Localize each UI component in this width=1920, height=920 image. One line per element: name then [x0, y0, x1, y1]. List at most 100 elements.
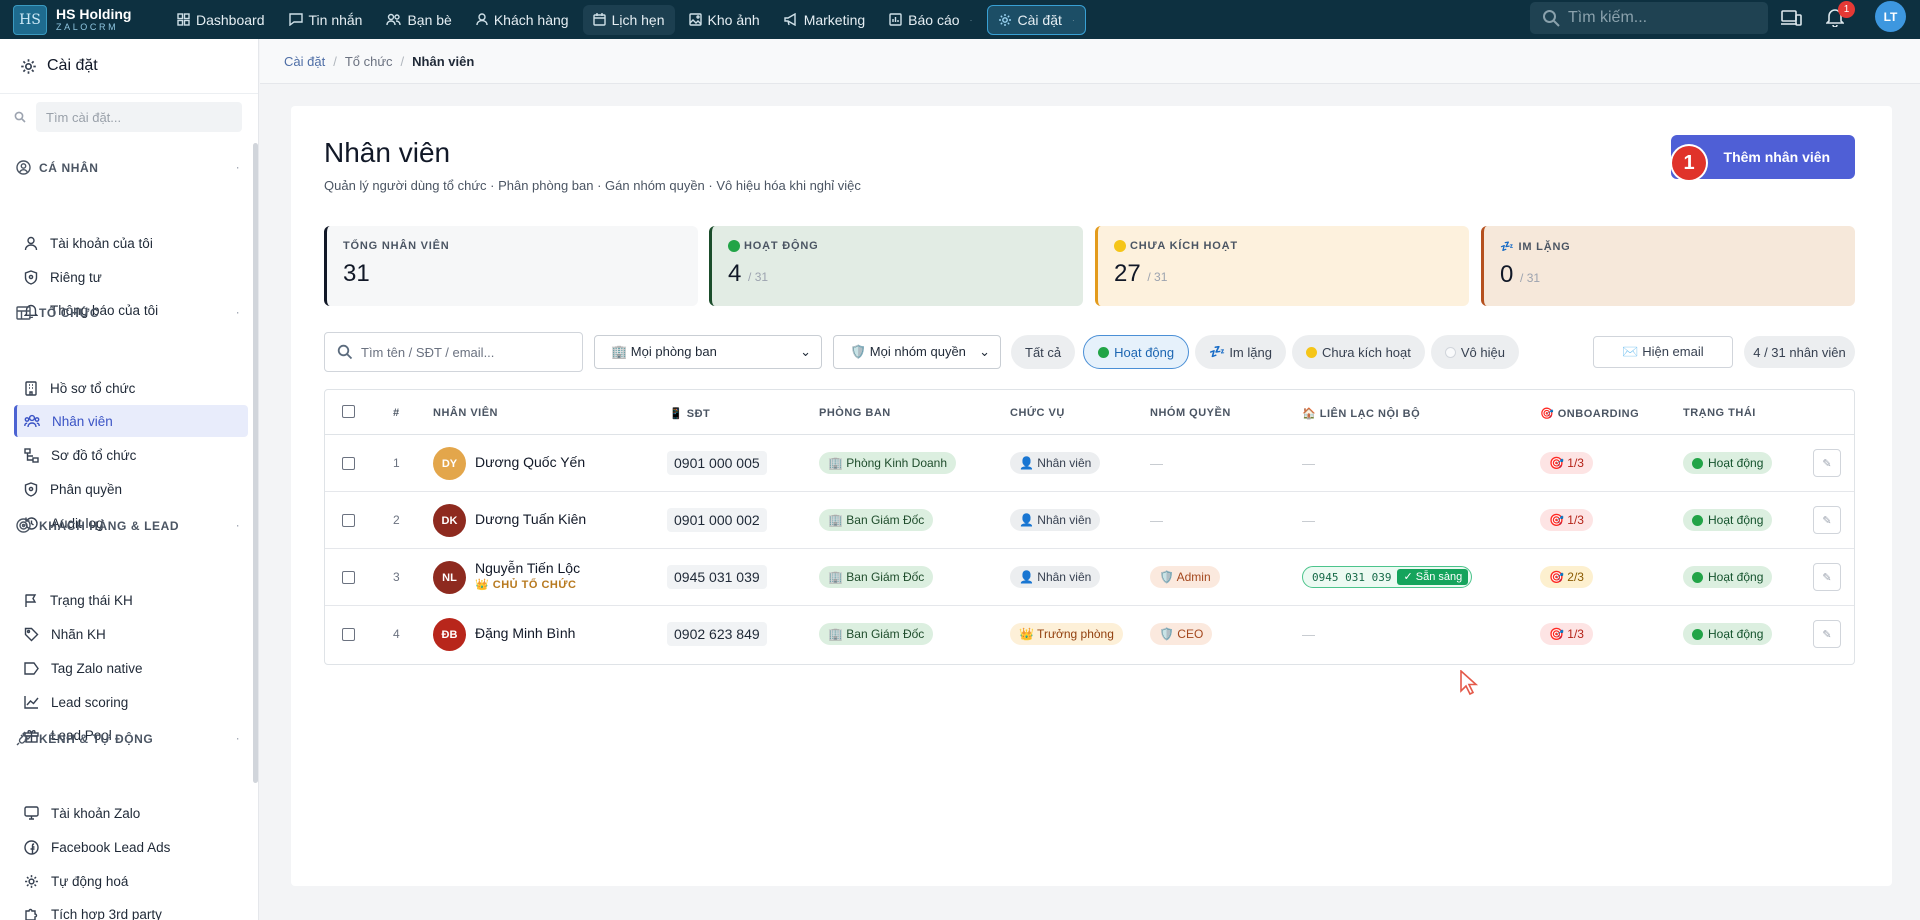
sidebar-search-input[interactable] — [36, 102, 242, 132]
edit-button[interactable]: ✎ — [1813, 506, 1841, 534]
stat-total: / 31 — [1147, 270, 1168, 284]
mouse-cursor-icon — [1460, 670, 1480, 696]
main-nav: Dashboard Tin nhắn Bạn bè Khách hàng Lịc… — [167, 4, 1086, 35]
employee-name[interactable]: Dương Quốc Yến — [475, 454, 585, 470]
plug-icon — [16, 731, 31, 746]
breadcrumb-settings[interactable]: Cài đặt — [284, 54, 325, 69]
sidebar-item-label: Tự động hoá — [51, 873, 129, 889]
table-row[interactable]: 4 ĐB Đặng Minh Bình 0902 623 849 🏢 Ban G… — [325, 606, 1854, 663]
col-position[interactable]: CHỨC VỤ — [1010, 407, 1065, 419]
edit-button[interactable]: ✎ — [1813, 620, 1841, 648]
sidebar-item-facebook-lead-ads[interactable]: Facebook Lead Ads — [14, 831, 248, 863]
stat-card-silent: 💤 IM LẶNG 0 / 31 — [1481, 226, 1855, 306]
chip-silent[interactable]: 💤 Im lặng — [1195, 335, 1286, 369]
devices-icon[interactable] — [1780, 8, 1802, 28]
section-channels-automation[interactable]: KÊNH & TỰ ĐỘNG · — [16, 731, 240, 746]
nav-friends[interactable]: Bạn bè — [376, 5, 461, 35]
breadcrumb-organization[interactable]: Tổ chức — [345, 54, 393, 69]
collapse-dot: · — [236, 733, 240, 744]
sidebar-item-org-profile[interactable]: Hồ sơ tổ chức — [14, 372, 248, 404]
col-status[interactable]: TRẠNG THÁI — [1683, 407, 1756, 419]
sidebar-item-zalo-accounts[interactable]: Tài khoản Zalo — [14, 797, 248, 829]
chip-active[interactable]: Hoạt động — [1083, 335, 1190, 369]
select-all-checkbox[interactable] — [342, 405, 355, 418]
chart-line-icon — [24, 696, 39, 709]
nav-messages[interactable]: Tin nhắn — [279, 5, 373, 35]
nav-settings[interactable]: Cài đặt · — [986, 4, 1086, 35]
group-select[interactable]: 🛡️ Mọi nhóm quyền ⌄ — [833, 335, 1001, 369]
sidebar-scrollbar[interactable] — [253, 143, 258, 783]
section-customers-leads[interactable]: KHÁCH HÀNG & LEAD · — [16, 518, 240, 533]
nav-gallery[interactable]: Kho ảnh — [679, 5, 770, 35]
row-checkbox[interactable] — [342, 514, 355, 527]
row-checkbox[interactable] — [342, 571, 355, 584]
row-checkbox[interactable] — [342, 457, 355, 470]
settings-sidebar: Cài đặt CÁ NHÂN · Tài khoản của tôi Riên… — [0, 39, 259, 920]
col-phone[interactable]: 📱 SĐT — [669, 407, 710, 420]
col-contact[interactable]: 🏠 LIÊN LẠC NỘI BỘ — [1302, 407, 1420, 420]
position-badge: 👤 Nhân viên — [1010, 452, 1101, 474]
employee-name[interactable]: Đặng Minh Bình — [475, 625, 575, 641]
section-personal[interactable]: CÁ NHÂN · — [16, 160, 240, 175]
chip-not-activated[interactable]: Chưa kích hoạt — [1291, 335, 1425, 369]
department-select[interactable]: 🏢 Mọi phòng ban ⌄ — [594, 335, 822, 369]
nav-label: Marketing — [803, 11, 866, 28]
sidebar-item-zalo-tags[interactable]: Tag Zalo native — [14, 652, 248, 684]
sidebar-item-lead-scoring[interactable]: Lead scoring — [14, 686, 248, 718]
sidebar-item-customer-labels[interactable]: Nhãn KH — [14, 618, 248, 650]
department-badge: 🏢 Ban Giám Đốc — [819, 566, 934, 588]
stat-label: TỔNG NHÂN VIÊN — [343, 240, 450, 252]
sidebar-item-org-chart[interactable]: Sơ đồ tổ chức — [14, 439, 248, 471]
chip-disabled[interactable]: Vô hiệu — [1430, 335, 1519, 369]
sidebar-item-privacy[interactable]: Riêng tư — [14, 261, 248, 293]
app-logo[interactable]: HS HS Holding ZALOCRM — [13, 4, 167, 35]
employee-name[interactable]: Dương Tuấn Kiên — [475, 511, 586, 527]
table-row[interactable]: 3 NL Nguyễn Tiến Lộc 👑 CHỦ TỔ CHỨC 0945 … — [325, 549, 1854, 606]
status-badge: Hoạt động — [1683, 623, 1773, 645]
col-onboarding[interactable]: 🎯 ONBOARDING — [1540, 407, 1639, 420]
sidebar-item-customer-status[interactable]: Trạng thái KH — [14, 584, 248, 616]
table-row[interactable]: 2 DK Dương Tuấn Kiên 0901 000 002 🏢 Ban … — [325, 492, 1854, 549]
sidebar-item-label: Phân quyền — [50, 481, 123, 497]
sidebar-item-integrations[interactable]: Tích hợp 3rd party — [14, 898, 248, 920]
notification-badge: 1 — [1838, 1, 1855, 18]
department-select-value: 🏢 Mọi phòng ban — [611, 344, 717, 359]
nav-label: Khách hàng — [493, 11, 569, 28]
sidebar-item-employees[interactable]: Nhân viên — [14, 405, 248, 437]
employee-name[interactable]: Nguyễn Tiến Lộc — [475, 560, 580, 576]
table-row[interactable]: 1 DY Dương Quốc Yến 0901 000 005 🏢 Phòng… — [325, 435, 1854, 492]
chip-label: Im lặng — [1229, 344, 1272, 360]
app-subtitle: ZALOCRM — [56, 22, 119, 32]
row-checkbox[interactable] — [342, 628, 355, 641]
chip-label: Hoạt động — [1114, 344, 1175, 360]
chip-label: Chưa kích hoạt — [1321, 344, 1411, 360]
sidebar-item-label: Riêng tư — [50, 269, 102, 285]
nav-calendar[interactable]: Lịch hẹn — [582, 4, 675, 35]
nav-dashboard[interactable]: Dashboard — [167, 5, 275, 35]
logo-mark: HS — [13, 4, 47, 35]
friends-icon — [386, 13, 402, 26]
edit-button[interactable]: ✎ — [1813, 449, 1841, 477]
show-email-toggle[interactable]: ✉️ Hiện email — [1593, 336, 1733, 368]
row-index: 4 — [393, 627, 400, 641]
internal-contact[interactable]: 0945 031 039 ✓ Sẵn sàng — [1302, 566, 1473, 588]
sidebar-item-automation[interactable]: Tự động hoá — [14, 865, 248, 897]
chip-all[interactable]: Tất cả — [1011, 335, 1076, 369]
col-group[interactable]: NHÓM QUYỀN — [1150, 407, 1231, 419]
col-department[interactable]: PHÒNG BAN — [819, 407, 891, 419]
nav-marketing[interactable]: Marketing — [774, 5, 875, 35]
stat-card-total: TỔNG NHÂN VIÊN 31 — [324, 226, 698, 306]
employee-search-input[interactable] — [361, 344, 561, 360]
user-avatar[interactable]: LT — [1875, 1, 1906, 32]
section-organization[interactable]: TỔ CHỨC · — [16, 306, 240, 320]
edit-button[interactable]: ✎ — [1813, 563, 1841, 591]
sidebar-item-my-account[interactable]: Tài khoản của tôi — [14, 227, 248, 259]
shield-icon — [24, 481, 38, 497]
col-employee[interactable]: NHÂN VIÊN — [433, 407, 498, 419]
global-search[interactable]: Tìm kiếm... — [1530, 2, 1768, 34]
nav-customers[interactable]: Khách hàng — [466, 5, 579, 35]
sidebar-item-permissions[interactable]: Phân quyền — [14, 473, 248, 505]
nav-label: Tin nhắn — [308, 11, 363, 28]
status-badge: Hoạt động — [1683, 566, 1773, 588]
nav-reports[interactable]: Báo cáo · — [879, 5, 982, 35]
